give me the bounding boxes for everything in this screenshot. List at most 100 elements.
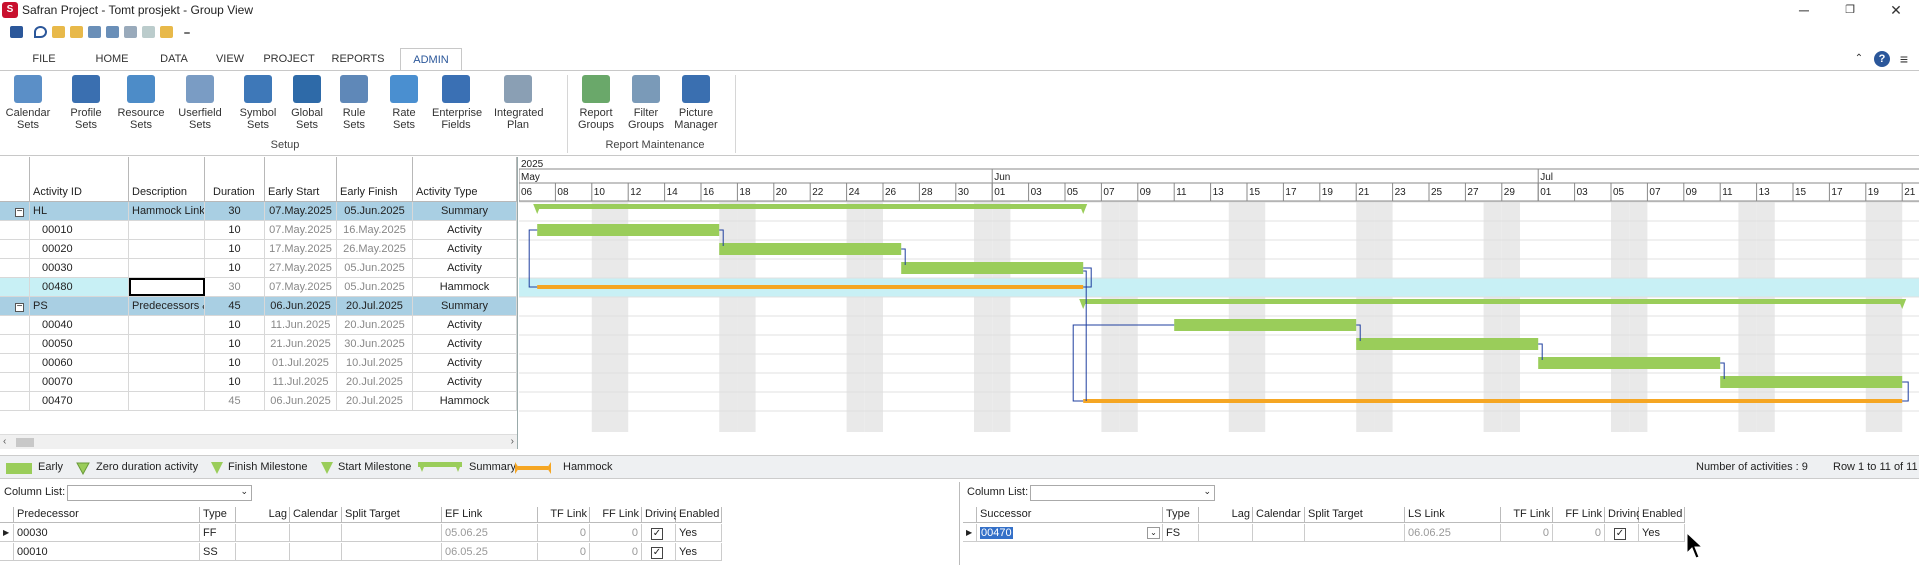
cell-es[interactable]: 21.Jun.2025	[265, 335, 337, 353]
column-header-driving[interactable]: Driving	[642, 507, 679, 523]
table-row[interactable]: 00470 45 06.Jun.2025 20.Jul.2025 Hammock	[0, 392, 517, 411]
help-icon[interactable]: ?	[1874, 51, 1890, 67]
save-icon[interactable]	[10, 26, 23, 38]
ribbon-filter-groups-button[interactable]: Filter Groups	[622, 75, 670, 139]
cell-id[interactable]: 00040	[30, 316, 129, 334]
column-header-type[interactable]: Type	[1163, 507, 1199, 523]
summary-row[interactable]: − HL Hammock Links 30 07.May.2025 05.Jun.2025…	[0, 202, 517, 221]
cell-type[interactable]: Summary	[413, 202, 517, 220]
cell-type[interactable]: Activity	[413, 240, 517, 258]
cell-type[interactable]: SS	[200, 543, 236, 561]
cell-es[interactable]: 07.May.2025	[265, 221, 337, 239]
close-button[interactable]: ✕	[1873, 0, 1919, 20]
cell-id[interactable]: 00020	[30, 240, 129, 258]
driving-checkbox[interactable]: ✓	[1614, 528, 1626, 540]
collapse-toggle-icon[interactable]: −	[15, 207, 24, 217]
column-header-predecessor[interactable]: Predecessor	[14, 507, 200, 523]
cell-cal[interactable]	[1253, 524, 1305, 542]
ribbon-integrated-plan-button[interactable]: Integrated Plan	[494, 75, 544, 139]
column-header-type[interactable]: Type	[200, 507, 236, 523]
ribbon-picture-manager-button[interactable]: Picture Manager	[672, 75, 720, 139]
ribbon-userfield-button[interactable]: Userfield Sets	[176, 75, 224, 139]
cell-id[interactable]: 00030	[30, 259, 129, 277]
cell-enabled[interactable]: Yes	[1639, 524, 1685, 542]
column-header-ef-link[interactable]: EF Link	[442, 507, 538, 523]
column-header-early-start[interactable]: Early Start	[265, 157, 337, 202]
cell-type[interactable]: FF	[200, 524, 236, 542]
column-header-lag[interactable]: Lag	[236, 507, 290, 523]
column-header-enabled[interactable]: Enabled	[676, 507, 722, 523]
ribbon-rate-button[interactable]: Rate Sets	[380, 75, 428, 139]
tab-home[interactable]: HOME	[88, 48, 136, 70]
column-list-select[interactable]: ⌄	[67, 485, 252, 501]
cell-es[interactable]: 07.May.2025	[265, 278, 337, 296]
open-folder-icon[interactable]	[52, 26, 65, 38]
table-row[interactable]: 00010 10 07.May.2025 16.May.2025 Activity	[0, 221, 517, 240]
cell-id[interactable]: 00030	[14, 524, 200, 542]
cell-ef[interactable]: 10.Jul.2025	[337, 354, 413, 372]
table-row[interactable]: 00050 10 21.Jun.2025 30.Jun.2025 Activity	[0, 335, 517, 354]
cell-id[interactable]: 00480	[30, 278, 129, 296]
cell-ef[interactable]: 05.Jun.2025	[337, 278, 413, 296]
cell-tf[interactable]: 0	[538, 543, 590, 561]
cell-dur[interactable]: 30	[205, 202, 265, 220]
cell-es[interactable]: 11.Jul.2025	[265, 373, 337, 391]
cell-dur[interactable]: 45	[205, 392, 265, 410]
tab-admin[interactable]: ADMIN	[400, 48, 462, 71]
cell-es[interactable]: 06.Jun.2025	[265, 392, 337, 410]
cell-ef[interactable]: 20.Jul.2025	[337, 392, 413, 410]
cell-split[interactable]	[1305, 524, 1405, 542]
customize-qat-icon[interactable]	[184, 32, 190, 34]
column-list-select[interactable]: ⌄	[1030, 485, 1215, 501]
column-header-split-target[interactable]: Split Target	[1305, 507, 1405, 523]
menu-icon[interactable]: ≡	[1896, 48, 1912, 70]
cell-dur[interactable]: 10	[205, 373, 265, 391]
preview-icon[interactable]	[142, 26, 155, 38]
cell-dur[interactable]: 10	[205, 354, 265, 372]
ribbon-profile-button[interactable]: Profile Sets	[62, 75, 110, 139]
print-icon[interactable]	[124, 26, 137, 38]
column-header-ff-link[interactable]: FF Link	[590, 507, 642, 523]
column-header-lag[interactable]: Lag	[1199, 507, 1253, 523]
tab-reports[interactable]: REPORTS	[328, 48, 388, 70]
cell-desc[interactable]	[129, 259, 205, 277]
column-header-early-finish[interactable]: Early Finish	[337, 157, 413, 202]
ribbon-symbol-button[interactable]: Symbol Sets	[234, 75, 282, 139]
row-indent-cell[interactable]: −	[0, 202, 30, 220]
undo-icon[interactable]	[34, 26, 47, 38]
cell-lag[interactable]	[236, 543, 290, 561]
tab-data[interactable]: DATA	[150, 48, 198, 70]
column-header-tf-link[interactable]: TF Link	[538, 507, 590, 523]
table-row[interactable]: 00060 10 01.Jul.2025 10.Jul.2025 Activity	[0, 354, 517, 373]
cell-cal[interactable]	[290, 543, 342, 561]
cell-dur[interactable]: 10	[205, 240, 265, 258]
cell-link[interactable]: 05.06.25	[442, 524, 538, 542]
cell-id[interactable]: 00470	[30, 392, 129, 410]
cell-desc[interactable]	[129, 373, 205, 391]
cell-dur[interactable]: 45	[205, 297, 265, 315]
cell-desc[interactable]	[129, 354, 205, 372]
cell-dur[interactable]: 10	[205, 316, 265, 334]
cell-lag[interactable]	[236, 524, 290, 542]
scroll-right-icon[interactable]: ›	[511, 436, 514, 447]
table-row[interactable]: 00020 10 17.May.2025 26.May.2025 Activity	[0, 240, 517, 259]
cell-id[interactable]: 00010	[14, 543, 200, 561]
cell-type[interactable]: Hammock	[413, 278, 517, 296]
cell-dur[interactable]: 10	[205, 335, 265, 353]
cell-ef[interactable]: 20.Jul.2025	[337, 373, 413, 391]
cell-ff[interactable]: 0	[1553, 524, 1605, 542]
column-header-enabled[interactable]: Enabled	[1639, 507, 1685, 523]
ribbon-resource-button[interactable]: Resource Sets	[117, 75, 165, 139]
collapse-toggle-icon[interactable]: −	[15, 302, 24, 312]
cell-split[interactable]	[342, 543, 442, 561]
column-header-driving[interactable]: Driving	[1605, 507, 1642, 523]
cell-dur[interactable]: 30	[205, 278, 265, 296]
cell-desc[interactable]	[129, 316, 205, 334]
cell-driving[interactable]: ✓	[642, 543, 676, 561]
folder-icon[interactable]	[70, 26, 83, 38]
cell-desc[interactable]	[129, 335, 205, 353]
restore-button[interactable]: ❐	[1827, 0, 1873, 20]
cell-desc[interactable]: Predecessors & Successors	[129, 297, 205, 315]
cell-dur[interactable]: 10	[205, 221, 265, 239]
cell-id[interactable]: HL	[30, 202, 129, 220]
